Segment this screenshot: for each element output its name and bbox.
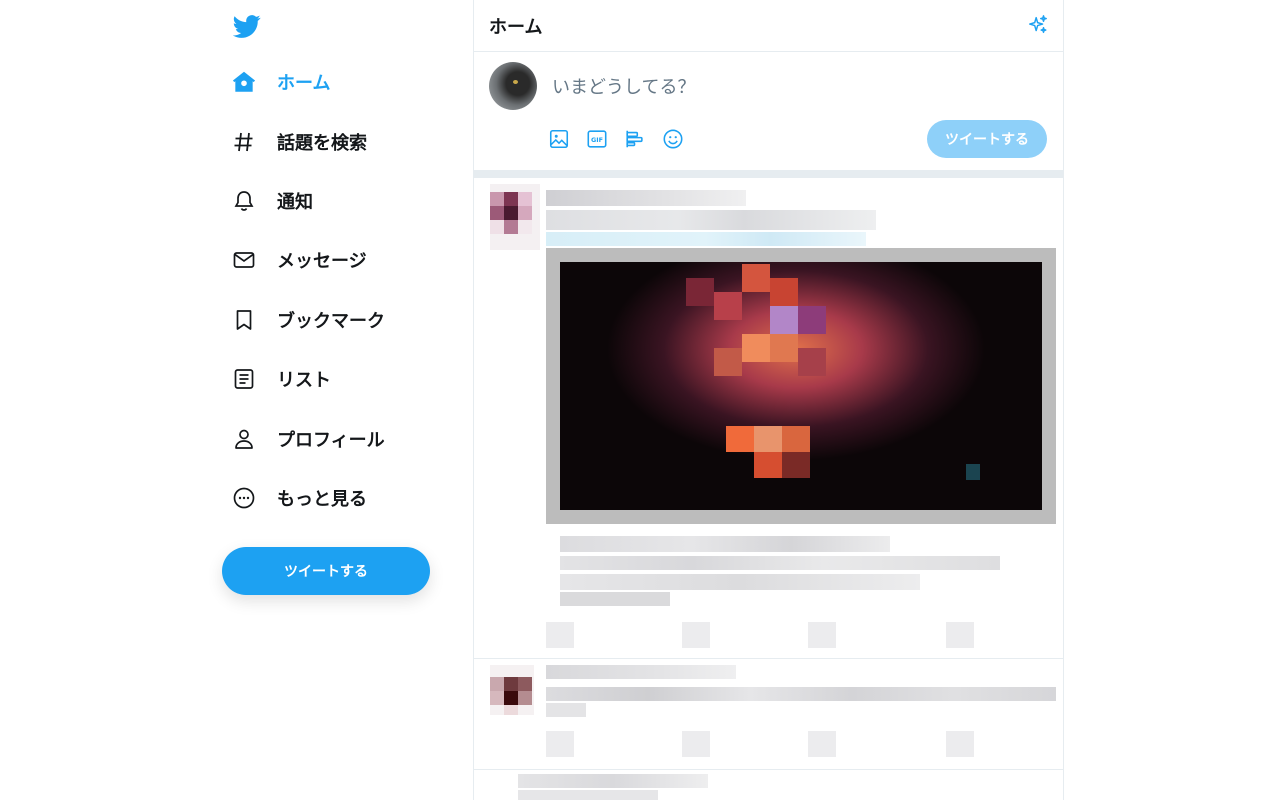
emoji-icon[interactable] xyxy=(662,128,684,150)
share-icon[interactable] xyxy=(946,731,974,757)
blurred-text-line xyxy=(560,536,890,552)
like-icon[interactable] xyxy=(808,622,836,648)
nav-label-notifications: 通知 xyxy=(277,192,313,213)
image-icon[interactable] xyxy=(548,128,570,150)
nav-item-explore[interactable]: 話題を検索 xyxy=(230,124,367,160)
hashtag-icon xyxy=(230,128,258,156)
nav-item-messages[interactable]: メッセージ xyxy=(230,242,367,278)
tweet-composer: GIF ツイートする xyxy=(474,52,1063,170)
retweet-icon[interactable] xyxy=(682,731,710,757)
reply-icon[interactable] xyxy=(546,622,574,648)
blurred-media-image[interactable] xyxy=(546,248,1056,524)
compose-input[interactable] xyxy=(550,72,1034,102)
tweet[interactable] xyxy=(474,178,1063,659)
blurred-text-line xyxy=(518,790,658,800)
nav-label-profile: プロフィール xyxy=(277,430,385,451)
reply-icon[interactable] xyxy=(546,731,574,757)
nav-label-explore: 話題を検索 xyxy=(277,133,367,154)
main-timeline: ホーム GIF ツイートする xyxy=(473,0,1064,800)
page-title: ホーム xyxy=(489,17,543,38)
blurred-avatar[interactable] xyxy=(490,184,540,250)
envelope-icon xyxy=(230,246,258,274)
nav-item-lists[interactable]: リスト xyxy=(230,361,331,397)
sparkle-icon[interactable] xyxy=(1027,14,1049,36)
list-icon xyxy=(230,365,258,393)
blurred-name xyxy=(546,190,746,206)
nav-label-lists: リスト xyxy=(277,370,331,391)
nav-item-profile[interactable]: プロフィール xyxy=(230,421,385,457)
person-icon xyxy=(230,425,258,453)
blurred-link-line xyxy=(546,232,866,246)
blurred-text-line xyxy=(560,574,920,590)
blurred-text-line xyxy=(546,687,1056,701)
blurred-text-line xyxy=(560,556,1000,570)
bookmark-icon xyxy=(230,306,258,334)
blurred-text-line xyxy=(546,210,876,230)
nav-label-bookmarks: ブックマーク xyxy=(277,311,385,332)
blurred-name xyxy=(518,774,708,788)
gif-icon[interactable]: GIF xyxy=(586,128,608,150)
share-icon[interactable] xyxy=(946,622,974,648)
nav-label-home: ホーム xyxy=(277,73,331,94)
like-icon[interactable] xyxy=(808,731,836,757)
nav-item-more[interactable]: もっと見る xyxy=(230,480,367,516)
more-circle-icon xyxy=(230,484,258,512)
home-icon xyxy=(230,68,258,96)
twitter-logo-icon[interactable] xyxy=(233,12,261,40)
tweet[interactable] xyxy=(474,659,1063,770)
timeline-feed xyxy=(474,178,1063,800)
tweet[interactable] xyxy=(474,770,1063,800)
blurred-name xyxy=(546,665,736,679)
nav-label-messages: メッセージ xyxy=(277,251,367,272)
blurred-text-line xyxy=(560,592,670,606)
tweet-button[interactable]: ツイートする xyxy=(222,547,430,595)
blurred-avatar[interactable] xyxy=(490,665,534,715)
poll-icon[interactable] xyxy=(624,128,646,150)
nav-item-bookmarks[interactable]: ブックマーク xyxy=(230,302,385,338)
bell-icon xyxy=(230,187,258,215)
retweet-icon[interactable] xyxy=(682,622,710,648)
nav-item-notifications[interactable]: 通知 xyxy=(230,183,313,219)
compose-tweet-button[interactable]: ツイートする xyxy=(927,120,1047,158)
avatar[interactable] xyxy=(489,62,537,110)
svg-text:GIF: GIF xyxy=(591,136,603,144)
timeline-header: ホーム xyxy=(474,0,1063,52)
section-divider xyxy=(474,170,1063,178)
nav-item-home[interactable]: ホーム xyxy=(230,64,330,100)
composer-toolbar: GIF xyxy=(548,128,684,150)
nav-label-more: もっと見る xyxy=(277,489,367,510)
blurred-text-line xyxy=(546,703,586,717)
